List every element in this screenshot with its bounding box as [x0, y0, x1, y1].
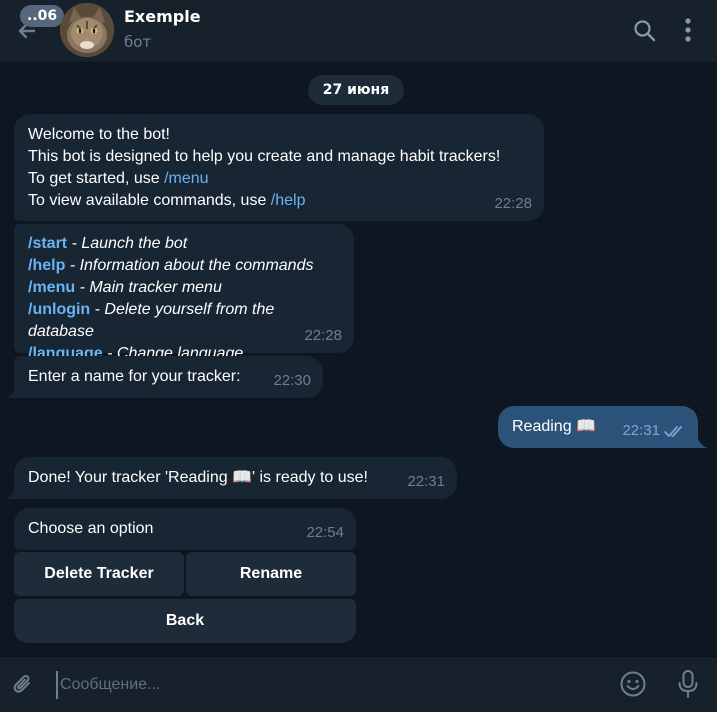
- message-text: Choose an option: [28, 520, 154, 537]
- message-text-line: To get started, use /menu: [28, 168, 530, 190]
- back-button[interactable]: Back: [14, 599, 356, 643]
- emoji-button[interactable]: [619, 670, 647, 698]
- message-enter-name: Enter a name for your tracker: 22:30: [14, 356, 323, 398]
- message-time: 22:31: [622, 422, 660, 439]
- message-commands: /start - Launch the bot /help - Informat…: [14, 224, 354, 362]
- more-vertical-icon: [685, 18, 691, 42]
- command-description: - Main tracker menu: [75, 279, 222, 296]
- message-done: Done! Your tracker 'Reading 📖' is ready …: [14, 457, 457, 499]
- command-line: /menu - Main tracker menu: [28, 277, 340, 299]
- date-separator: 27 июня: [308, 75, 404, 105]
- command-link-help[interactable]: /help: [271, 192, 306, 209]
- message-choose-option: Choose an option 22:54: [14, 508, 356, 550]
- message-text: To view available commands, use: [28, 192, 271, 209]
- command-line: /start - Launch the bot: [28, 233, 340, 255]
- cat-avatar-image: [60, 3, 114, 57]
- command-description: - Launch the bot: [67, 235, 188, 252]
- command-link-help[interactable]: /help: [28, 257, 65, 274]
- microphone-icon: [678, 670, 698, 698]
- message-time: 22:54: [306, 524, 344, 541]
- message-time: 22:31: [407, 473, 445, 490]
- bubble-tail: [6, 386, 16, 398]
- command-link-menu[interactable]: /menu: [164, 170, 208, 187]
- message-input[interactable]: [56, 671, 576, 699]
- chat-subtitle: бот: [124, 33, 152, 51]
- message-time: 22:30: [273, 372, 311, 389]
- message-text-line: This bot is designed to help you create …: [28, 148, 501, 165]
- chat-header: ..06 Exemple бот: [0, 0, 717, 63]
- message-text-line: To view available commands, use /help: [28, 190, 530, 212]
- paperclip-icon: [13, 675, 30, 693]
- message-text: Reading 📖: [512, 418, 596, 435]
- message-time: 22:28: [494, 195, 532, 212]
- avatar[interactable]: [60, 3, 114, 57]
- search-button[interactable]: [632, 18, 658, 44]
- command-link-start[interactable]: /start: [28, 235, 67, 252]
- message-text: To get started, use: [28, 170, 165, 187]
- more-menu-button[interactable]: [678, 16, 698, 44]
- message-time: 22:28: [304, 327, 342, 344]
- chat-title[interactable]: Exemple: [124, 7, 201, 26]
- message-composer: [0, 656, 717, 712]
- attach-button[interactable]: [10, 672, 36, 698]
- command-link-unlogin[interactable]: /unlogin: [28, 301, 90, 318]
- message-text: Enter a name for your tracker:: [28, 368, 241, 385]
- command-link-menu[interactable]: /menu: [28, 279, 75, 296]
- message-welcome: Welcome to the bot! This bot is designed…: [14, 114, 544, 221]
- message-outgoing: Reading 📖 22:31: [498, 406, 698, 448]
- delete-tracker-button[interactable]: Delete Tracker: [14, 552, 184, 596]
- rename-button[interactable]: Rename: [186, 552, 356, 596]
- bubble-tail: [697, 436, 707, 448]
- microphone-button[interactable]: [676, 669, 700, 699]
- message-text-line: Welcome to the bot!: [28, 126, 170, 143]
- double-check-icon: [664, 426, 682, 437]
- command-line: /help - Information about the commands: [28, 255, 340, 277]
- command-description: - Information about the commands: [65, 257, 314, 274]
- emoji-icon: [620, 671, 646, 697]
- search-icon: [634, 20, 656, 42]
- unread-badge: ..06: [20, 5, 65, 27]
- bubble-tail: [6, 487, 16, 499]
- command-line: /unlogin - Delete yourself from the data…: [28, 299, 340, 343]
- message-text: Done! Your tracker 'Reading 📖' is ready …: [28, 469, 368, 486]
